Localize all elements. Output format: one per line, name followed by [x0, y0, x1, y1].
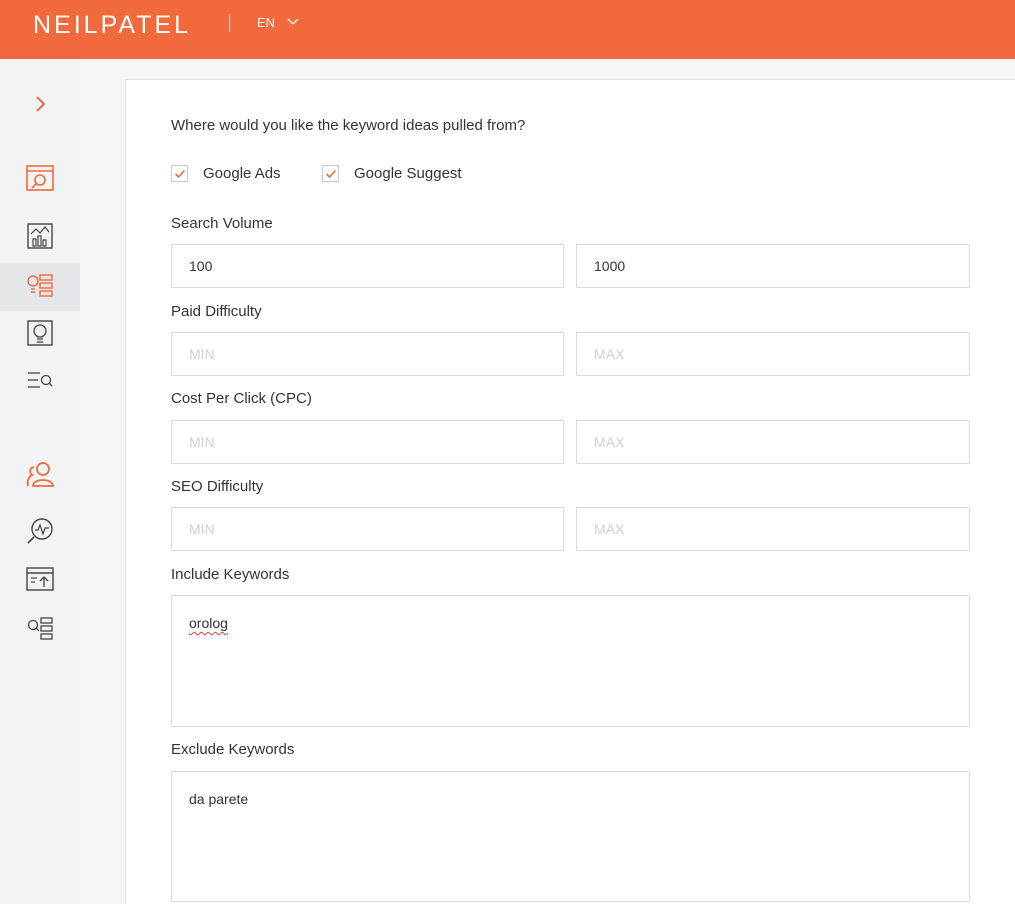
google-suggest-label: Google Suggest — [354, 165, 462, 182]
chevron-down-icon[interactable] — [286, 15, 300, 34]
rank-tracker-icon — [25, 516, 55, 551]
sidebar-item-rank-tracker[interactable] — [0, 509, 80, 557]
keyword-search-icon — [26, 368, 54, 399]
traffic-analyzer-icon — [26, 222, 54, 255]
chevron-right-icon — [33, 95, 47, 118]
sidebar-item-keyword-ideas[interactable] — [0, 263, 80, 311]
sidebar-item-traffic-analyzer[interactable] — [0, 214, 80, 262]
sidebar-item-list-search[interactable] — [0, 606, 80, 654]
seo-difficulty-label: SEO Difficulty — [171, 478, 264, 495]
exclude-keywords-textarea[interactable]: da parete — [171, 771, 970, 902]
divider — [229, 14, 230, 32]
include-keywords-label: Include Keywords — [171, 566, 290, 583]
paid-difficulty-min-input[interactable]: MIN — [171, 332, 564, 376]
sidebar-item-backlinks[interactable] — [0, 557, 80, 605]
cpc-min-input[interactable]: MIN — [171, 420, 564, 464]
language-label[interactable]: EN — [257, 15, 275, 30]
users-icon — [25, 460, 55, 493]
exclude-keywords-label: Exclude Keywords — [171, 741, 295, 758]
site-audit-icon — [25, 163, 55, 198]
sidebar-item-content-ideas[interactable] — [0, 311, 80, 359]
search-volume-label: Search Volume — [171, 215, 273, 232]
logo[interactable]: NEILPATEL — [33, 11, 191, 40]
search-volume-max-input[interactable]: 1000 — [576, 244, 970, 288]
seo-difficulty-max-input[interactable]: MAX — [576, 507, 970, 551]
cpc-max-input[interactable]: MAX — [576, 420, 970, 464]
google-ads-checkbox[interactable]: Google Ads — [171, 165, 281, 182]
include-keywords-value: orolog — [189, 615, 228, 631]
google-suggest-checkbox[interactable]: Google Suggest — [322, 165, 462, 182]
sidebar — [0, 59, 80, 904]
checkbox-box[interactable] — [322, 165, 339, 182]
backlinks-icon — [25, 565, 55, 598]
keyword-ideas-icon — [26, 272, 54, 303]
paid-difficulty-max-input[interactable]: MAX — [576, 332, 970, 376]
search-volume-min-input[interactable]: 100 — [171, 244, 564, 288]
cpc-label: Cost Per Click (CPC) — [171, 390, 312, 407]
include-keywords-textarea[interactable]: orolog — [171, 595, 970, 727]
exclude-keywords-value: da parete — [189, 791, 249, 807]
seo-difficulty-min-input[interactable]: MIN — [171, 507, 564, 551]
source-question: Where would you like the keyword ideas p… — [171, 117, 526, 134]
sidebar-item-keyword-search[interactable] — [0, 359, 80, 407]
checkbox-box[interactable] — [171, 165, 188, 182]
google-ads-label: Google Ads — [203, 165, 281, 182]
sidebar-item-site-audit[interactable] — [0, 156, 80, 204]
sidebar-item-users[interactable] — [0, 452, 80, 500]
top-bar: NEILPATEL EN — [0, 0, 1015, 59]
sidebar-expand-button[interactable] — [0, 82, 80, 130]
list-search-icon — [26, 615, 54, 646]
content-ideas-icon — [26, 319, 54, 352]
paid-difficulty-label: Paid Difficulty — [171, 303, 262, 320]
